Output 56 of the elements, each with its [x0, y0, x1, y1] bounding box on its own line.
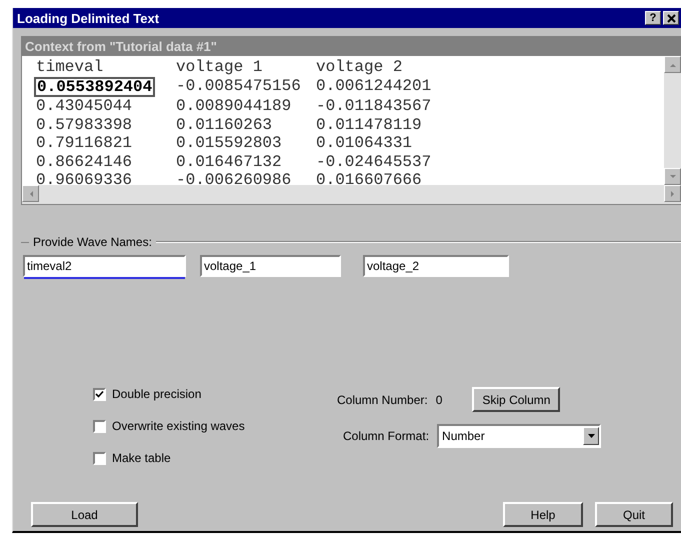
data-cell[interactable]: 0.01160263 — [174, 116, 274, 134]
action-button[interactable]: Quit — [595, 502, 673, 527]
checkbox-label: Make table — [112, 451, 171, 465]
data-cell[interactable]: timeval — [34, 58, 106, 76]
data-cell[interactable]: 0.011478119 — [314, 116, 424, 134]
data-cell[interactable]: -0.011843567 — [314, 97, 434, 116]
data-cell[interactable]: voltage 1 — [174, 58, 264, 76]
checkbox[interactable] — [93, 388, 106, 400]
data-cell[interactable]: 0.57983398 — [34, 116, 134, 134]
data-cell[interactable]: 0.0061244201 — [314, 76, 434, 97]
data-cell[interactable]: 0.016467132 — [174, 152, 284, 171]
horizontal-scrollbar[interactable] — [22, 185, 681, 204]
wave-name-field[interactable]: voltage_2 — [363, 255, 509, 277]
data-cell[interactable]: 0.015592803 — [174, 134, 284, 152]
dropdown-arrow-icon — [588, 434, 595, 438]
column-format-label: Column Format: — [343, 429, 430, 443]
scroll-right-button[interactable] — [664, 185, 681, 202]
wave-name-field[interactable]: timeval2 — [23, 255, 186, 277]
down-arrow-icon — [668, 174, 676, 180]
data-cell[interactable]: voltage 2 — [314, 58, 404, 76]
checkbox-label: Double precision — [112, 387, 202, 401]
preview-title: Context from "Tutorial data #1" — [22, 37, 681, 56]
selected-cell[interactable]: 0.0553892404 — [34, 76, 156, 97]
scroll-up-button[interactable] — [664, 56, 681, 73]
column-number-label: Column Number: — [337, 392, 428, 406]
help-button[interactable]: ? — [645, 11, 661, 25]
left-arrow-icon — [28, 190, 34, 198]
wave-name-field[interactable]: voltage_1 — [200, 255, 341, 277]
skip-column-button[interactable]: Skip Column — [472, 387, 560, 412]
up-arrow-icon — [668, 62, 676, 68]
data-cell[interactable]: 0.79116821 — [34, 134, 134, 152]
scroll-down-button[interactable] — [664, 168, 681, 185]
data-cell[interactable]: 0.016607666 — [314, 171, 424, 190]
data-cell[interactable]: 0.01064331 — [314, 134, 414, 152]
data-cell[interactable]: -0.024645537 — [314, 152, 434, 171]
data-cell[interactable]: 0.86624146 — [34, 152, 134, 171]
column-format-dropdown[interactable]: Number — [437, 424, 602, 448]
action-button[interactable]: Help — [503, 502, 583, 527]
close-button[interactable] — [663, 11, 679, 25]
window-title: Loading Delimited Text — [17, 10, 160, 26]
data-cell[interactable]: 0.96069336 — [34, 171, 134, 190]
data-cell[interactable]: 0.0089044189 — [174, 97, 294, 116]
column-number-value: 0 — [436, 392, 442, 406]
vertical-scrollbar[interactable] — [664, 56, 681, 185]
checkbox-label: Overwrite existing waves — [112, 419, 245, 433]
action-button[interactable]: Load — [31, 502, 138, 527]
checkbox[interactable] — [93, 420, 106, 432]
data-cell[interactable]: -0.006260986 — [174, 171, 294, 190]
data-cell[interactable]: 0.43045044 — [34, 97, 134, 116]
data-cell[interactable]: -0.0085475156 — [174, 76, 303, 97]
scroll-left-button[interactable] — [22, 185, 39, 202]
checkbox[interactable] — [93, 452, 106, 464]
group-label: Provide Wave Names: — [33, 235, 152, 249]
right-arrow-icon — [670, 190, 676, 198]
check-icon — [95, 390, 104, 398]
close-icon — [666, 12, 676, 24]
